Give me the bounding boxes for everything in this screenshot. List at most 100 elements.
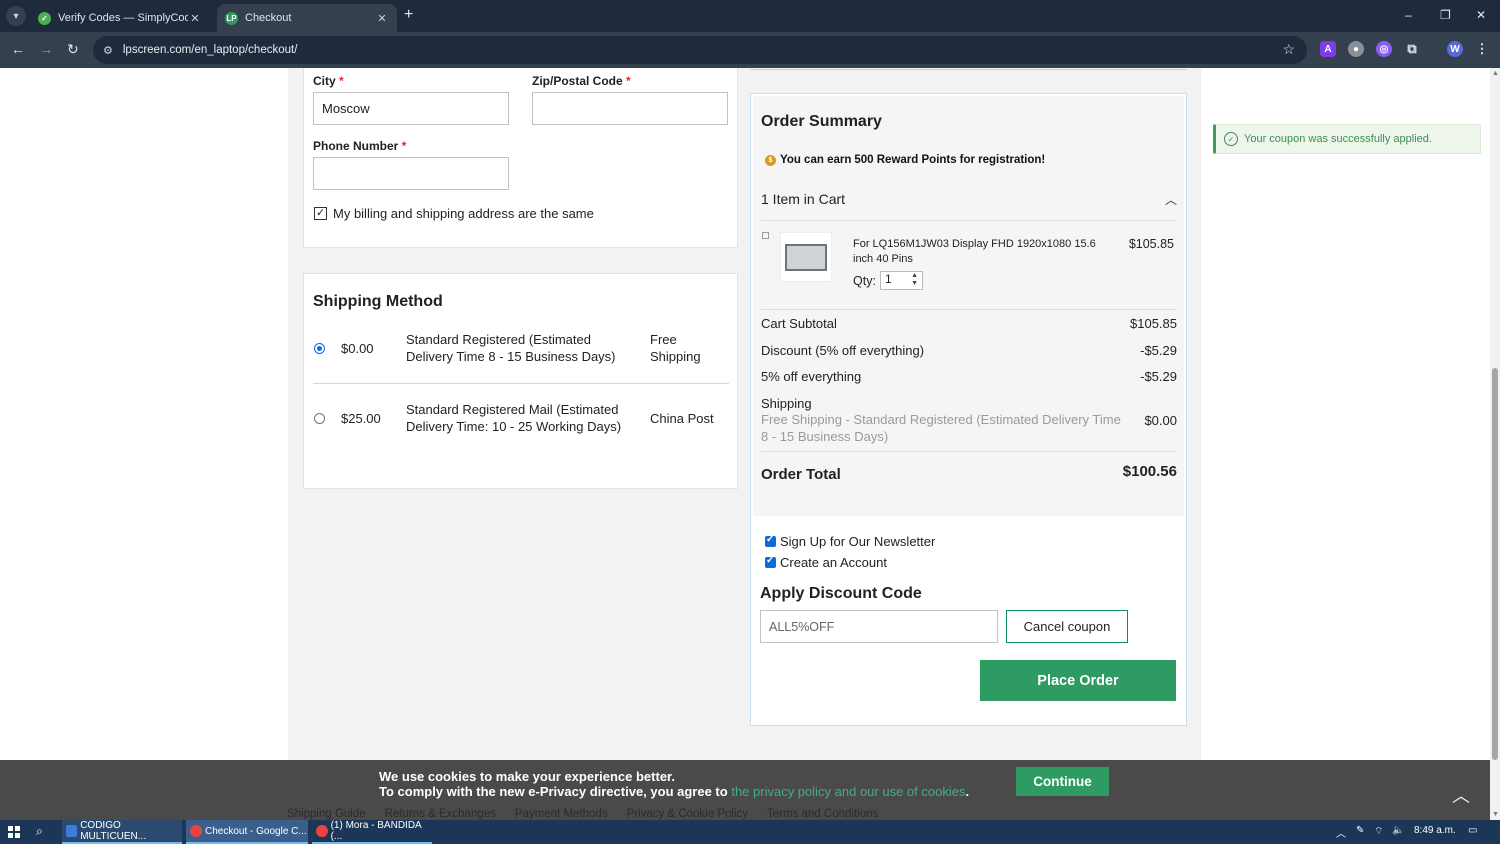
shipping-option-method: Standard Registered (Estimated Delivery … xyxy=(406,332,616,364)
newsletter-label: Sign Up for Our Newsletter xyxy=(780,534,936,549)
taskbar-item-label: CODIGO MULTICUEN... xyxy=(80,820,147,842)
remove-item-icon[interactable] xyxy=(762,232,769,239)
city-input[interactable]: Moscow xyxy=(313,92,509,125)
shipping-option-method: Standard Registered Mail (Estimated Deli… xyxy=(406,402,622,434)
chrome-icon xyxy=(316,825,328,837)
chevron-up-icon[interactable]: ︿ xyxy=(1165,191,1177,208)
discount-row: Discount (5% off everything) -$5.29 xyxy=(761,343,1177,358)
qty-input[interactable]: 1 ▲ ▼ xyxy=(880,271,923,290)
clock[interactable]: 8:49 a.m. xyxy=(1414,825,1456,836)
qty-value: 1 xyxy=(885,272,892,286)
toast-message: Your coupon was successfully applied. xyxy=(1244,133,1432,145)
billing-same-checkbox[interactable] xyxy=(314,206,327,220)
extension-globe-icon[interactable]: ● xyxy=(1348,41,1364,57)
create-account-row[interactable]: Create an Account xyxy=(765,555,887,570)
wifi-icon[interactable]: ⌔ xyxy=(1374,825,1383,838)
extension-purple-icon[interactable]: ◎ xyxy=(1376,41,1392,57)
restore-icon[interactable]: ❐ xyxy=(1440,8,1451,22)
cookie-message: We use cookies to make your experience b… xyxy=(379,769,969,799)
close-icon[interactable]: ✕ xyxy=(188,12,202,25)
product-name[interactable]: For LQ156M1JW03 Display FHD 1920x1080 15… xyxy=(853,237,1103,267)
discount-value: -$5.29 xyxy=(1140,343,1177,358)
required-mark: * xyxy=(401,139,407,153)
total-divider xyxy=(761,451,1177,452)
create-account-checkbox[interactable] xyxy=(765,555,776,568)
site-info-icon[interactable]: ⚙ xyxy=(103,44,113,57)
minimize-icon[interactable]: – xyxy=(1405,8,1412,22)
scroll-up-icon[interactable]: ▲ xyxy=(1492,70,1499,77)
bookmark-star-icon[interactable]: ☆ xyxy=(1282,41,1295,58)
place-order-button[interactable]: Place Order xyxy=(980,660,1176,701)
zip-input[interactable] xyxy=(532,92,728,125)
cookie-continue-button[interactable]: Continue xyxy=(1016,767,1109,796)
qty-spinner-icon[interactable]: ▲ ▼ xyxy=(911,272,918,288)
phone-input[interactable] xyxy=(313,157,509,190)
address-bar[interactable]: ⚙ lpscreen.com/en_laptop/checkout/ ☆ xyxy=(93,36,1307,64)
page-scrollbar[interactable]: ▲ ▼ xyxy=(1490,68,1500,820)
forward-icon[interactable]: → xyxy=(39,41,53,57)
new-tab-icon[interactable]: + xyxy=(404,6,413,24)
extension-a-icon[interactable]: A xyxy=(1320,41,1336,57)
newsletter-checkbox[interactable] xyxy=(765,534,776,547)
shipping-option-radio[interactable] xyxy=(314,412,325,424)
tray-pen-icon[interactable]: ✎ xyxy=(1356,825,1364,836)
tray-chevron-icon[interactable]: ︿ xyxy=(1336,825,1346,840)
taskbar-item[interactable]: (1) Mora - BANDIDA (... xyxy=(312,820,432,844)
billing-same-row[interactable]: My billing and shipping address are the … xyxy=(314,206,594,221)
required-mark: * xyxy=(626,74,631,88)
lp-logo-icon: LP xyxy=(225,11,238,25)
more-menu-icon[interactable]: ⋮ xyxy=(1474,41,1490,57)
privacy-policy-link[interactable]: the privacy policy and our use of cookie… xyxy=(731,784,965,799)
taskbar-item[interactable]: CODIGO MULTICUEN... xyxy=(62,820,182,844)
shipping-option-china-post[interactable]: $25.00 Standard Registered Mail (Estimat… xyxy=(313,401,729,435)
notifications-icon[interactable]: ▭ xyxy=(1468,825,1477,836)
taskbar-search-icon[interactable]: ⌕ xyxy=(36,824,43,839)
promo-label: 5% off everything xyxy=(761,369,862,384)
cancel-coupon-button[interactable]: Cancel coupon xyxy=(1006,610,1128,643)
tab-verify-codes[interactable]: ✓ Verify Codes — SimplyCodes ✕ xyxy=(30,4,210,32)
volume-icon[interactable]: 🔈 xyxy=(1392,825,1404,836)
shipping-label: Shipping xyxy=(761,396,812,411)
product-image[interactable] xyxy=(780,232,832,282)
shipping-option-carrier: China Post xyxy=(650,410,714,426)
scroll-down-icon[interactable]: ▼ xyxy=(1492,811,1499,818)
zip-label: Zip/Postal Code * xyxy=(532,74,631,88)
order-summary-title: Order Summary xyxy=(761,113,882,130)
reload-icon[interactable]: ↻ xyxy=(67,41,79,58)
cart-toggle[interactable]: 1 Item in Cart ︿ xyxy=(761,191,1177,221)
city-label: City * xyxy=(313,74,344,88)
url-text: lpscreen.com/en_laptop/checkout/ xyxy=(122,44,298,56)
tab-search-icon[interactable]: ▾ xyxy=(6,6,26,26)
cookie-line-2: To comply with the new e-Privacy directi… xyxy=(379,784,970,799)
profile-avatar[interactable]: W xyxy=(1447,41,1463,57)
reward-suffix: for registration! xyxy=(959,154,1046,166)
windows-start-icon[interactable] xyxy=(8,826,20,838)
order-summary-card: Order Summary $ You can earn 500 Reward … xyxy=(750,93,1187,726)
close-icon[interactable]: ✕ xyxy=(375,12,389,25)
window-close-icon[interactable]: ✕ xyxy=(1476,8,1486,22)
coin-icon: $ xyxy=(765,154,776,166)
footer-link[interactable]: Shipping Guide xyxy=(287,808,366,820)
shipping-method-card: Shipping Method $0.00 Standard Registere… xyxy=(303,273,738,489)
extensions-puzzle-icon[interactable]: ⧉ xyxy=(1404,41,1420,57)
shipping-row: Shipping Free Shipping - Standard Regist… xyxy=(761,396,1177,445)
reward-points-notice: $ You can earn 500 Reward Points for reg… xyxy=(765,154,1045,166)
footer-link[interactable]: Privacy & Cookie Policy xyxy=(627,808,748,820)
shipping-option-free[interactable]: $0.00 Standard Registered (Estimated Del… xyxy=(313,331,729,365)
shipping-divider xyxy=(313,383,729,384)
taskbar-item[interactable]: Checkout - Google C... xyxy=(186,820,308,844)
order-total-label: Order Total xyxy=(761,466,841,483)
windows-taskbar: ⌕ CODIGO MULTICUEN... Checkout - Google … xyxy=(0,820,1500,844)
footer-link[interactable]: Returns & Exchanges xyxy=(385,808,496,820)
footer-link[interactable]: Payment Methods xyxy=(515,808,608,820)
shipping-option-radio[interactable] xyxy=(314,342,325,354)
back-icon[interactable]: ← xyxy=(11,41,25,57)
coupon-input[interactable]: ALL5%OFF xyxy=(760,610,998,643)
order-total-row: Order Total $100.56 xyxy=(761,463,1177,483)
scroll-to-top-icon[interactable]: ︿ xyxy=(1452,782,1470,808)
scrollbar-thumb[interactable] xyxy=(1492,368,1498,760)
tab-checkout[interactable]: LP Checkout ✕ xyxy=(217,4,397,32)
newsletter-row[interactable]: Sign Up for Our Newsletter xyxy=(765,534,935,549)
app-icon xyxy=(66,825,78,837)
footer-link[interactable]: Terms and Conditions xyxy=(767,808,878,820)
